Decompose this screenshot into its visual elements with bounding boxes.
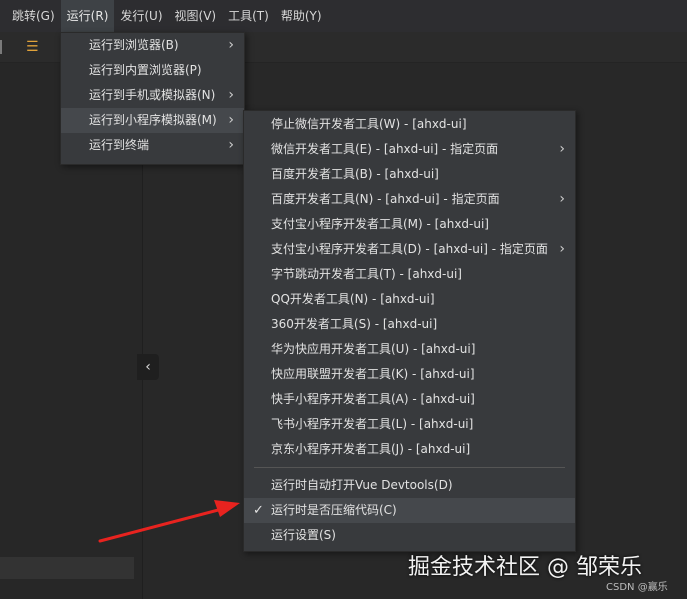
- chevron-right-icon: ›: [228, 137, 234, 153]
- menu-run[interactable]: 运行(R): [60, 0, 115, 32]
- run-menu: 运行到浏览器(B) › 运行到内置浏览器(P) 运行到手机或模拟器(N) › 运…: [60, 32, 245, 165]
- miniprogram-submenu: 停止微信开发者工具(W) - [ahxd-ui] 微信开发者工具(E) - [a…: [243, 110, 576, 552]
- wechat-devtools-page-item[interactable]: 微信开发者工具(E) - [ahxd-ui] - 指定页面 ›: [244, 137, 575, 162]
- collapse-sidebar-chevron-icon[interactable]: ‹: [137, 354, 159, 380]
- watermark-text: 掘金技术社区 @ 邹荣乐: [408, 555, 642, 580]
- csdn-watermark: CSDN @赢乐: [606, 582, 668, 593]
- search-list-icon[interactable]: ☰: [26, 38, 46, 56]
- menu-item-label: 飞书小程序开发者工具(L) - [ahxd-ui]: [271, 417, 474, 431]
- menu-item-label: 运行到浏览器(B): [89, 38, 179, 52]
- stop-wechat-devtools-item[interactable]: 停止微信开发者工具(W) - [ahxd-ui]: [244, 112, 575, 137]
- menu-help[interactable]: 帮助(Y): [275, 0, 328, 32]
- auto-open-vue-devtools-item[interactable]: 运行时自动打开Vue Devtools(D): [244, 473, 575, 498]
- menu-item-label: 支付宝小程序开发者工具(M) - [ahxd-ui]: [271, 217, 489, 231]
- baidu-devtools-item[interactable]: 百度开发者工具(B) - [ahxd-ui]: [244, 162, 575, 187]
- run-to-miniprogram-item[interactable]: 运行到小程序模拟器(M) ›: [61, 108, 244, 133]
- 360-devtools-item[interactable]: 360开发者工具(S) - [ahxd-ui]: [244, 312, 575, 337]
- chevron-right-icon: ›: [559, 191, 565, 207]
- run-to-terminal-item[interactable]: 运行到终端 ›: [61, 133, 244, 158]
- menu-jump[interactable]: 跳转(G): [6, 0, 61, 32]
- menu-item-label: 停止微信开发者工具(W) - [ahxd-ui]: [271, 117, 467, 131]
- menu-item-label: 快手小程序开发者工具(A) - [ahxd-ui]: [271, 392, 475, 406]
- kuaishou-devtools-item[interactable]: 快手小程序开发者工具(A) - [ahxd-ui]: [244, 387, 575, 412]
- menu-view[interactable]: 视图(V): [169, 0, 223, 32]
- run-to-phone-emulator-item[interactable]: 运行到手机或模拟器(N) ›: [61, 83, 244, 108]
- menu-item-label: 运行到内置浏览器(P): [89, 63, 202, 77]
- run-settings-item[interactable]: 运行设置(S): [244, 523, 575, 548]
- chevron-right-icon: ›: [559, 141, 565, 157]
- menu-item-label: 字节跳动开发者工具(T) - [ahxd-ui]: [271, 267, 462, 281]
- quickapp-alliance-devtools-item[interactable]: 快应用联盟开发者工具(K) - [ahxd-ui]: [244, 362, 575, 387]
- menu-item-label: 百度开发者工具(N) - [ahxd-ui] - 指定页面: [271, 192, 500, 206]
- bytedance-devtools-item[interactable]: 字节跳动开发者工具(T) - [ahxd-ui]: [244, 262, 575, 287]
- menu-tools[interactable]: 工具(T): [222, 0, 275, 32]
- qq-devtools-item[interactable]: QQ开发者工具(N) - [ahxd-ui]: [244, 287, 575, 312]
- alipay-devtools-item[interactable]: 支付宝小程序开发者工具(M) - [ahxd-ui]: [244, 212, 575, 237]
- checkmark-icon: ✓: [253, 503, 264, 518]
- menu-item-label: 京东小程序开发者工具(J) - [ahxd-ui]: [271, 442, 471, 456]
- menu-item-label: 运行到手机或模拟器(N): [89, 88, 216, 102]
- chevron-right-icon: ›: [228, 112, 234, 128]
- toolbar-edge-divider: [0, 40, 6, 54]
- run-to-browser-item[interactable]: 运行到浏览器(B) ›: [61, 33, 244, 58]
- menu-item-label: 快应用联盟开发者工具(K) - [ahxd-ui]: [271, 367, 475, 381]
- menu-item-label: 百度开发者工具(B) - [ahxd-ui]: [271, 167, 439, 181]
- menu-item-label: 华为快应用开发者工具(U) - [ahxd-ui]: [271, 342, 476, 356]
- feishu-devtools-item[interactable]: 飞书小程序开发者工具(L) - [ahxd-ui]: [244, 412, 575, 437]
- menu-item-label: 运行时是否压缩代码(C): [271, 503, 397, 517]
- menu-item-label: 微信开发者工具(E) - [ahxd-ui] - 指定页面: [271, 142, 499, 156]
- compress-code-toggle-item[interactable]: 运行时是否压缩代码(C) ✓: [244, 498, 575, 523]
- chevron-right-icon: ›: [559, 241, 565, 257]
- alipay-devtools-page-item[interactable]: 支付宝小程序开发者工具(D) - [ahxd-ui] - 指定页面 ›: [244, 237, 575, 262]
- menu-publish[interactable]: 发行(U): [114, 0, 168, 32]
- baidu-devtools-page-item[interactable]: 百度开发者工具(N) - [ahxd-ui] - 指定页面 ›: [244, 187, 575, 212]
- sidebar-row[interactable]: [0, 557, 134, 579]
- menu-item-label: 运行到终端: [89, 138, 150, 152]
- menu-item-label: 运行时自动打开Vue Devtools(D): [271, 478, 453, 492]
- menu-item-label: 运行到小程序模拟器(M): [89, 113, 217, 127]
- run-to-builtin-browser-item[interactable]: 运行到内置浏览器(P): [61, 58, 244, 83]
- menu-item-label: 360开发者工具(S) - [ahxd-ui]: [271, 317, 438, 331]
- huawei-quickapp-devtools-item[interactable]: 华为快应用开发者工具(U) - [ahxd-ui]: [244, 337, 575, 362]
- menu-bar: 跳转(G) 运行(R) 发行(U) 视图(V) 工具(T) 帮助(Y): [0, 0, 687, 32]
- menu-item-label: 支付宝小程序开发者工具(D) - [ahxd-ui] - 指定页面: [271, 242, 548, 256]
- menu-item-label: 运行设置(S): [271, 528, 336, 542]
- chevron-right-icon: ›: [228, 87, 234, 103]
- jd-devtools-item[interactable]: 京东小程序开发者工具(J) - [ahxd-ui]: [244, 437, 575, 462]
- menu-item-label: QQ开发者工具(N) - [ahxd-ui]: [271, 292, 435, 306]
- chevron-right-icon: ›: [228, 37, 234, 53]
- menu-divider: [254, 467, 565, 468]
